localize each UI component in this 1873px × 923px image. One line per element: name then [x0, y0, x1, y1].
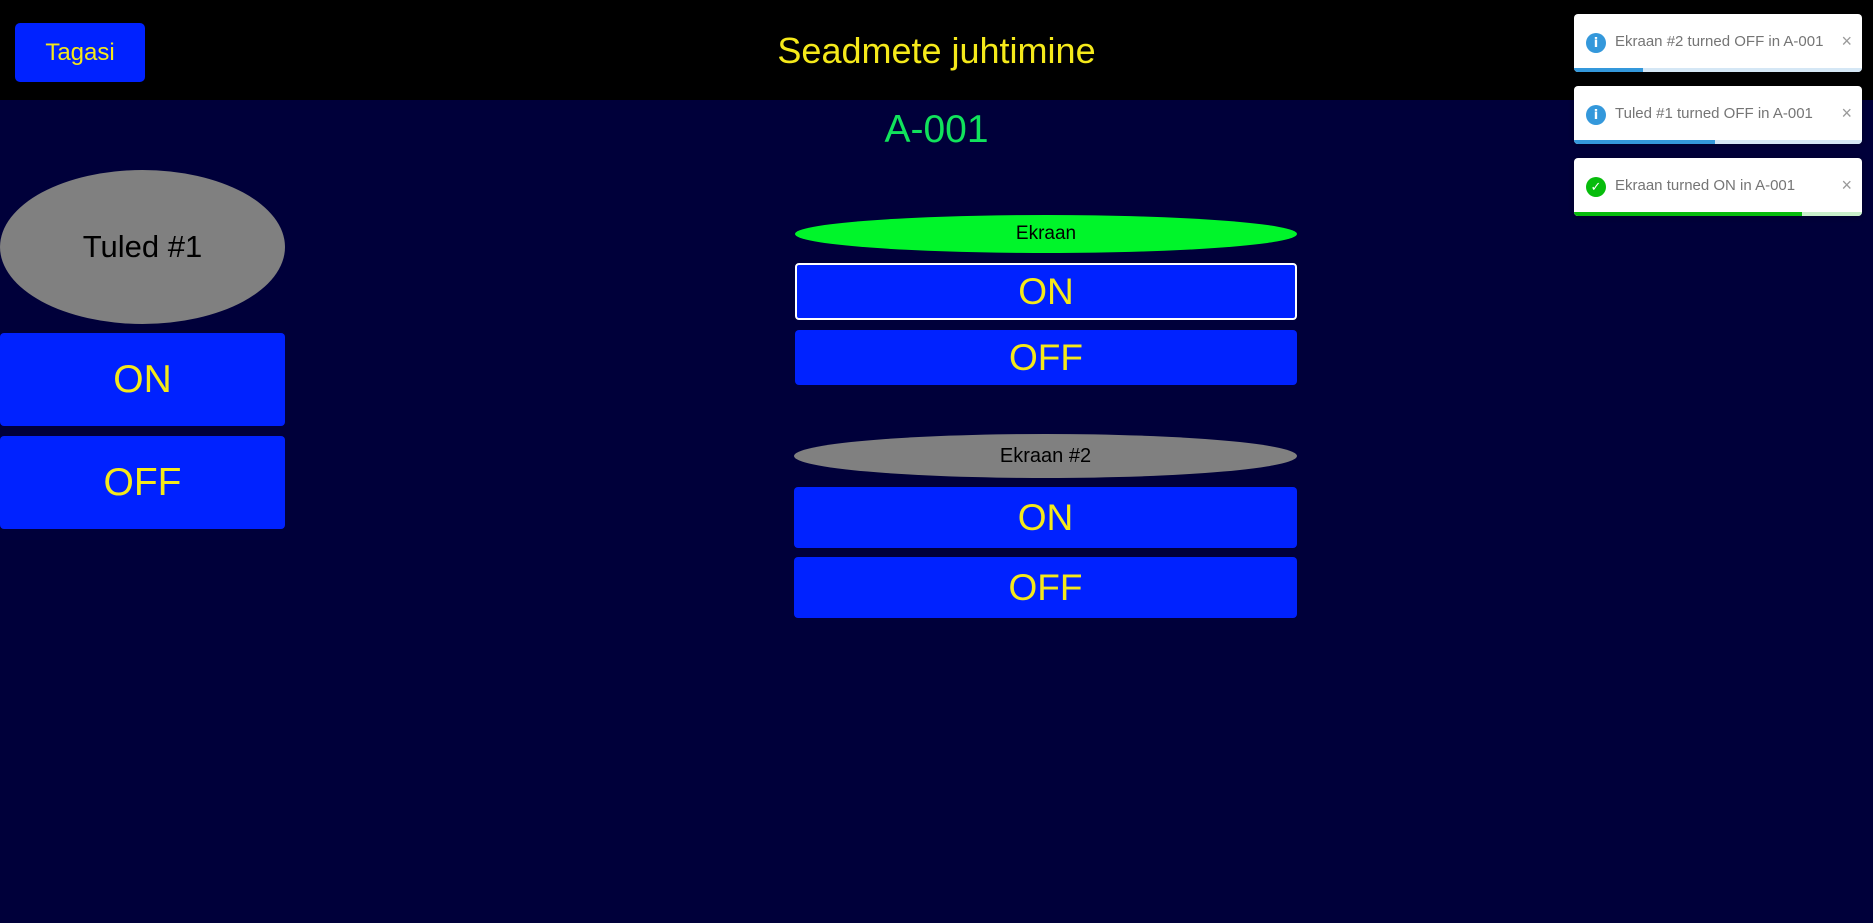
screen-1-on-button[interactable]: ON	[795, 263, 1297, 320]
close-icon[interactable]: ×	[1841, 31, 1852, 51]
device-status-screen-1: Ekraan	[795, 215, 1297, 253]
device-name-screen-2: Ekraan #2	[999, 444, 1092, 467]
device-name-screen-1: Ekraan	[1015, 223, 1077, 244]
device-status-lights-1: Tuled #1	[0, 170, 285, 324]
info-icon: i	[1586, 33, 1606, 53]
lights-1-on-button[interactable]: ON	[0, 333, 285, 426]
close-icon[interactable]: ×	[1841, 103, 1852, 123]
toast-progress-bar	[1574, 68, 1644, 72]
screen-2-off-button[interactable]: OFF	[794, 557, 1297, 618]
check-icon: ✓	[1586, 177, 1606, 197]
toast-progress-bar	[1574, 212, 1802, 216]
screen-1-off-button[interactable]: OFF	[795, 330, 1297, 385]
screen-2-on-button[interactable]: ON	[794, 487, 1297, 548]
toast-notification: i Tuled #1 turned OFF in A-001 ×	[1574, 86, 1862, 144]
toast-notification: ✓ Ekraan turned ON in A-001 ×	[1574, 158, 1862, 216]
toast-progress-bar	[1574, 140, 1716, 144]
toast-message: Ekraan turned ON in A-001	[1615, 177, 1796, 194]
toast-message: Ekraan #2 turned OFF in A-001	[1615, 33, 1824, 50]
close-icon[interactable]: ×	[1841, 175, 1852, 195]
device-name-lights-1: Tuled #1	[82, 229, 203, 264]
device-status-screen-2: Ekraan #2	[794, 434, 1297, 478]
info-icon: i	[1586, 105, 1606, 125]
toast-message: Tuled #1 turned OFF in A-001	[1615, 105, 1813, 122]
lights-1-off-button[interactable]: OFF	[0, 436, 285, 529]
toast-notification: i Ekraan #2 turned OFF in A-001 ×	[1574, 14, 1862, 72]
